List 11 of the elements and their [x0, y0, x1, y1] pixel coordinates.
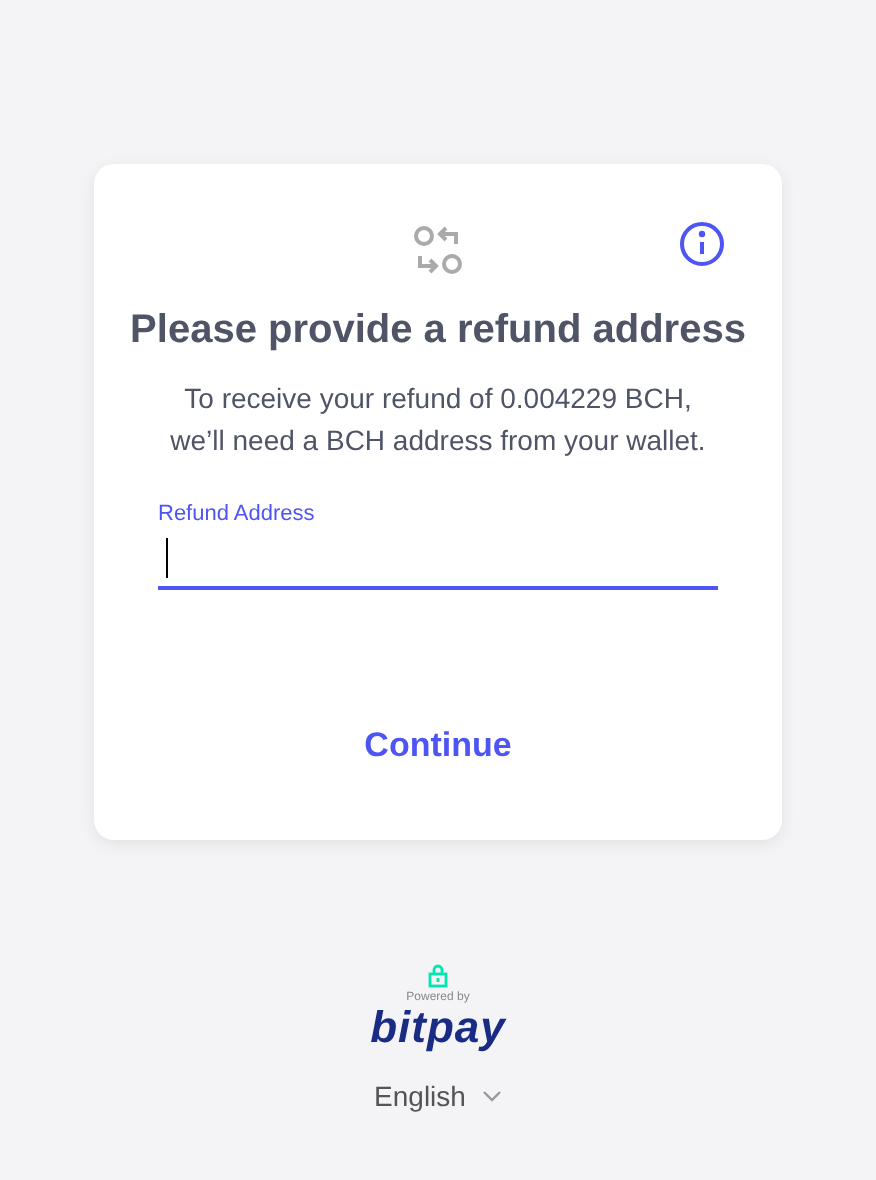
swap-icon: [412, 224, 464, 276]
language-selector[interactable]: English: [374, 1080, 502, 1112]
brand-logo: bitpay: [370, 1004, 506, 1052]
info-button[interactable]: [678, 220, 726, 268]
text-cursor: [166, 538, 168, 578]
refund-message: To receive your refund of 0.004229 BCH, we’ll need a BCH address from your wallet.: [170, 380, 706, 460]
continue-button[interactable]: Continue: [348, 718, 528, 774]
chevron-down-icon: [481, 1090, 502, 1102]
lock-icon: [427, 964, 448, 988]
field-label: Refund Address: [158, 502, 317, 526]
dialog-title: Please provide a refund address: [130, 308, 746, 354]
